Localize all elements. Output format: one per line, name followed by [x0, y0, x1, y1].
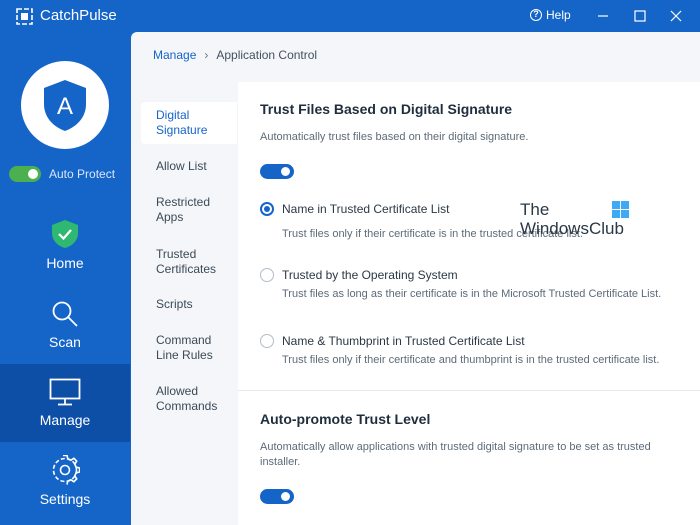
nav-manage-label: Manage [39, 412, 91, 428]
breadcrumb: Manage › Application Control [153, 48, 317, 62]
main-content: Manage › Application Control Digital Sig… [131, 32, 700, 525]
auto-protect-label: Auto Protect [49, 167, 116, 181]
sidebar: A Auto Protect Home Scan Manage Settings [0, 32, 130, 525]
breadcrumb-current: Application Control [216, 48, 318, 62]
radio-name-in-trusted-list[interactable] [260, 202, 274, 216]
subnav: Digital Signature Allow List Restricted … [131, 88, 237, 525]
close-icon [670, 10, 682, 22]
windows-logo-icon [612, 201, 629, 218]
gear-icon [52, 455, 80, 485]
nav-settings-label: Settings [39, 491, 91, 507]
option-name-and-thumbprint-desc: Trust files only if their certificate an… [282, 354, 660, 366]
shield-check-icon [52, 220, 78, 248]
option-name-and-thumbprint-label[interactable]: Name & Thumbprint in Trusted Certificate… [282, 334, 525, 348]
chevron-right-icon: › [204, 48, 209, 62]
title-bar: CatchPulse ? Help [0, 0, 700, 32]
auto-protect-toggle[interactable]: Auto Protect [9, 166, 115, 182]
close-button[interactable] [654, 0, 700, 32]
auto-promote-toggle[interactable] [260, 489, 294, 504]
trust-section-title: Trust Files Based on Digital Signature [260, 101, 513, 117]
app-logo-icon [16, 8, 33, 25]
help-label: Help [546, 8, 571, 22]
protection-status-badge: A [21, 61, 109, 149]
svg-text:A: A [57, 93, 73, 120]
nav-scan[interactable]: Scan [0, 286, 130, 364]
promote-section-description: Automatically allow applications with tr… [260, 441, 651, 468]
promote-section-title: Auto-promote Trust Level [260, 411, 431, 427]
trust-files-toggle[interactable] [260, 164, 294, 179]
nav-manage[interactable]: Manage [0, 364, 130, 442]
help-icon: ? [530, 9, 542, 21]
subnav-allow-list[interactable]: Allow List [141, 153, 237, 180]
watermark-line2: WindowsClub [520, 219, 624, 238]
nav-home-label: Home [46, 255, 84, 271]
nav-home[interactable]: Home [0, 206, 130, 284]
radio-trusted-by-os[interactable] [260, 268, 274, 282]
watermark-line1: The [520, 200, 550, 219]
auto-protect-switch[interactable] [9, 166, 41, 182]
subnav-allowed-commands[interactable]: Allowed Commands [141, 378, 237, 420]
subnav-restricted-apps[interactable]: Restricted Apps [141, 189, 237, 231]
help-button[interactable]: ? Help [530, 8, 571, 22]
breadcrumb-manage-link[interactable]: Manage [153, 48, 196, 62]
section-divider [238, 390, 700, 391]
subnav-scripts[interactable]: Scripts [141, 291, 237, 318]
shield-a-icon: A [44, 80, 86, 131]
settings-panel: Trust Files Based on Digital Signature A… [238, 82, 700, 525]
trust-section-description: Automatically trust files based on their… [260, 131, 529, 143]
subnav-command-line-rules[interactable]: Command Line Rules [141, 327, 237, 369]
monitor-icon [49, 378, 81, 406]
radio-name-and-thumbprint[interactable] [260, 334, 274, 348]
magnifier-icon [52, 301, 78, 327]
watermark: The WindowsClub [520, 199, 640, 239]
subnav-digital-signature[interactable]: Digital Signature [141, 102, 237, 144]
app-title: CatchPulse [40, 7, 117, 24]
nav-settings[interactable]: Settings [0, 442, 130, 520]
nav-scan-label: Scan [49, 334, 81, 350]
option-trusted-by-os-desc: Trust files as long as their certificate… [282, 288, 662, 300]
option-trusted-by-os-label[interactable]: Trusted by the Operating System [282, 268, 458, 282]
subnav-trusted-certificates[interactable]: Trusted Certificates [141, 241, 237, 283]
option-name-in-trusted-list-label[interactable]: Name in Trusted Certificate List [282, 202, 449, 216]
